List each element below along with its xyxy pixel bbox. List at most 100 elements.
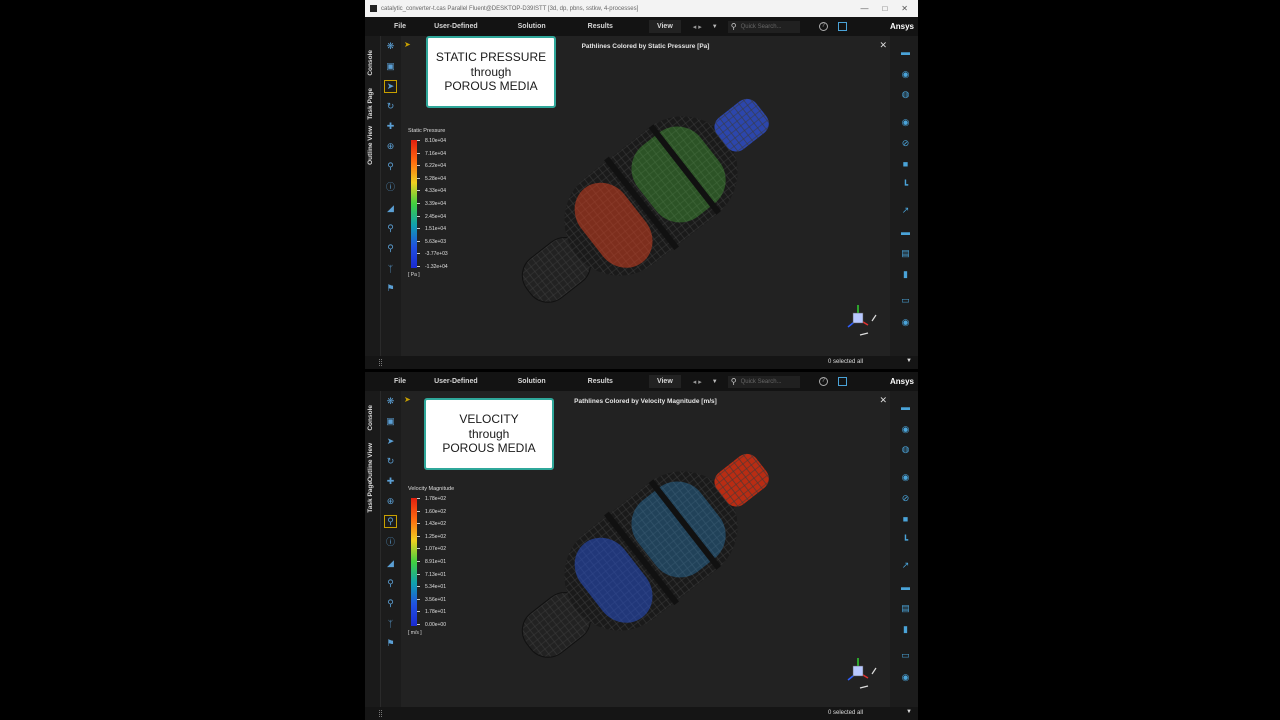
shading-icon[interactable]: ◉ <box>899 423 912 435</box>
legend-label: 1.51e+04 <box>425 226 446 233</box>
caption-line-1: STATIC PRESSURE <box>435 50 547 65</box>
box-icon[interactable]: ▣ <box>384 60 397 73</box>
color-legend: Static Pressure 8.10e+04 7.16e+04 6.22e+04 5… <box>408 128 448 278</box>
mesh-display-icon[interactable]: ❋ <box>384 40 397 53</box>
close-icon[interactable]: ✕ <box>879 395 887 406</box>
layout-icon[interactable]: ▭ <box>899 649 912 661</box>
quick-search[interactable]: ⚲ Quick Search... <box>727 375 800 388</box>
menu-solution[interactable]: Solution <box>518 23 546 30</box>
fit-view-icon[interactable]: ◢ <box>384 557 397 570</box>
copy-icon[interactable]: ■ <box>899 158 912 170</box>
menu-file[interactable]: File <box>394 23 406 30</box>
snapshot-icon[interactable]: ◉ <box>899 316 912 328</box>
layers-icon[interactable]: ▬ <box>899 401 912 413</box>
menu-solution[interactable]: Solution <box>518 378 546 385</box>
lock-icon[interactable]: ⚑ <box>384 637 397 650</box>
ribbon-scroll-arrows[interactable]: ◂ ▸ <box>693 23 702 31</box>
pan-icon[interactable]: ✚ <box>384 120 397 133</box>
help-icon[interactable]: ? <box>818 22 828 31</box>
panel-layout-icon[interactable] <box>837 377 847 386</box>
menu-results[interactable]: Results <box>588 378 613 385</box>
menu-results[interactable]: Results <box>588 23 613 30</box>
slider-icon[interactable]: ▬ <box>899 226 912 238</box>
menu-view[interactable]: View <box>648 20 681 33</box>
menu-file[interactable]: File <box>394 378 406 385</box>
magnify-icon[interactable]: ⚲ <box>384 515 397 528</box>
window-titlebar: catalytic_converter-t.cas Parallel Fluen… <box>365 0 918 17</box>
tab-outline-view[interactable]: Outline View <box>367 126 379 165</box>
shading-icon[interactable]: ◉ <box>899 68 912 80</box>
rotate-icon[interactable]: ↻ <box>384 455 397 468</box>
graphics-viewport[interactable]: ➤ Pathlines Colored by Velocity Magnitud… <box>401 391 890 707</box>
highlight-icon[interactable]: ┗ <box>899 179 912 191</box>
selection-status: 0 selected all <box>828 359 864 365</box>
layers-icon[interactable]: ▬ <box>899 46 912 58</box>
zoom-icon[interactable]: ⊕ <box>384 495 397 508</box>
tab-task-page[interactable]: Task Page <box>367 481 379 513</box>
visibility-icon[interactable]: ◉ <box>899 471 912 483</box>
close-icon[interactable]: ✕ <box>879 40 887 51</box>
help-icon[interactable]: ? <box>818 377 828 386</box>
tab-outline-view[interactable]: Outline View <box>367 443 379 482</box>
zoom-out-icon[interactable]: ⚲ <box>384 242 397 255</box>
plot-icon[interactable]: ↗ <box>899 204 912 216</box>
probe-info-icon[interactable]: ⓘ <box>384 180 397 193</box>
maximize-icon[interactable]: □ <box>882 4 887 13</box>
fit-view-icon[interactable]: ◢ <box>384 202 397 215</box>
pointer-icon[interactable]: ➤ <box>384 435 397 448</box>
legend-title: Velocity Magnitude <box>408 486 455 492</box>
copy-icon[interactable]: ■ <box>899 513 912 525</box>
zoom-icon[interactable]: ⊕ <box>384 140 397 153</box>
hide-icon[interactable]: ⊘ <box>899 137 912 149</box>
pan-icon[interactable]: ✚ <box>384 475 397 488</box>
layout-icon[interactable]: ▭ <box>899 294 912 306</box>
chevron-down-icon[interactable]: ▼ <box>712 24 718 30</box>
tab-console[interactable]: Console <box>367 50 379 76</box>
rotate-icon[interactable]: ↻ <box>384 100 397 113</box>
report-icon[interactable]: ▤ <box>899 602 912 614</box>
split-icon[interactable]: ▮ <box>899 623 912 635</box>
tab-task-page[interactable]: Task Page <box>367 88 379 120</box>
chevron-down-icon[interactable]: ▼ <box>906 709 912 715</box>
snapshot-icon[interactable]: ◉ <box>899 671 912 683</box>
minimize-icon[interactable]: — <box>860 4 868 13</box>
menu-view[interactable]: View <box>648 375 681 388</box>
graphics-viewport[interactable]: ➤ Pathlines Colored by Static Pressure [… <box>401 36 890 356</box>
highlight-icon[interactable]: ┗ <box>899 534 912 546</box>
zoom-in-icon[interactable]: ⚲ <box>384 222 397 235</box>
quick-search[interactable]: ⚲ Quick Search... <box>727 20 800 33</box>
visibility-icon[interactable]: ◉ <box>899 116 912 128</box>
report-icon[interactable]: ▤ <box>899 247 912 259</box>
mesh-display-icon[interactable]: ❋ <box>384 395 397 408</box>
close-window-icon[interactable]: ✕ <box>901 4 908 13</box>
magnify-icon[interactable]: ⚲ <box>384 160 397 173</box>
menu-user-defined[interactable]: User-Defined <box>434 23 478 30</box>
axes-icon[interactable]: ᛉ <box>384 262 397 275</box>
split-icon[interactable]: ▮ <box>899 268 912 280</box>
plot-icon[interactable]: ↗ <box>899 559 912 571</box>
menu-user-defined[interactable]: User-Defined <box>434 378 478 385</box>
lock-icon[interactable]: ⚑ <box>384 282 397 295</box>
slider-icon[interactable]: ▬ <box>899 581 912 593</box>
side-tabs: Console Task Page Outline View <box>365 36 381 369</box>
resize-grip[interactable] <box>379 710 382 717</box>
chevron-down-icon[interactable]: ▼ <box>712 379 718 385</box>
resize-grip[interactable] <box>379 359 382 366</box>
zoom-in-icon[interactable]: ⚲ <box>384 577 397 590</box>
box-icon[interactable]: ▣ <box>384 415 397 428</box>
search-input[interactable]: Quick Search... <box>741 24 782 30</box>
legend-label: 2.45e+04 <box>425 213 446 220</box>
ribbon-scroll-arrows[interactable]: ◂ ▸ <box>693 378 702 386</box>
probe-info-icon[interactable]: ⓘ <box>384 535 397 548</box>
transparency-icon[interactable]: ◍ <box>899 88 912 100</box>
pointer-icon[interactable]: ➤ <box>384 80 397 93</box>
search-input[interactable]: Quick Search... <box>741 379 782 385</box>
axes-icon[interactable]: ᛉ <box>384 617 397 630</box>
panel-layout-icon[interactable] <box>837 22 847 31</box>
chevron-down-icon[interactable]: ▼ <box>906 358 912 364</box>
transparency-icon[interactable]: ◍ <box>899 443 912 455</box>
zoom-out-icon[interactable]: ⚲ <box>384 597 397 610</box>
tab-console[interactable]: Console <box>367 405 379 431</box>
hide-icon[interactable]: ⊘ <box>899 492 912 504</box>
legend-unit: [ Pa ] <box>408 272 420 278</box>
